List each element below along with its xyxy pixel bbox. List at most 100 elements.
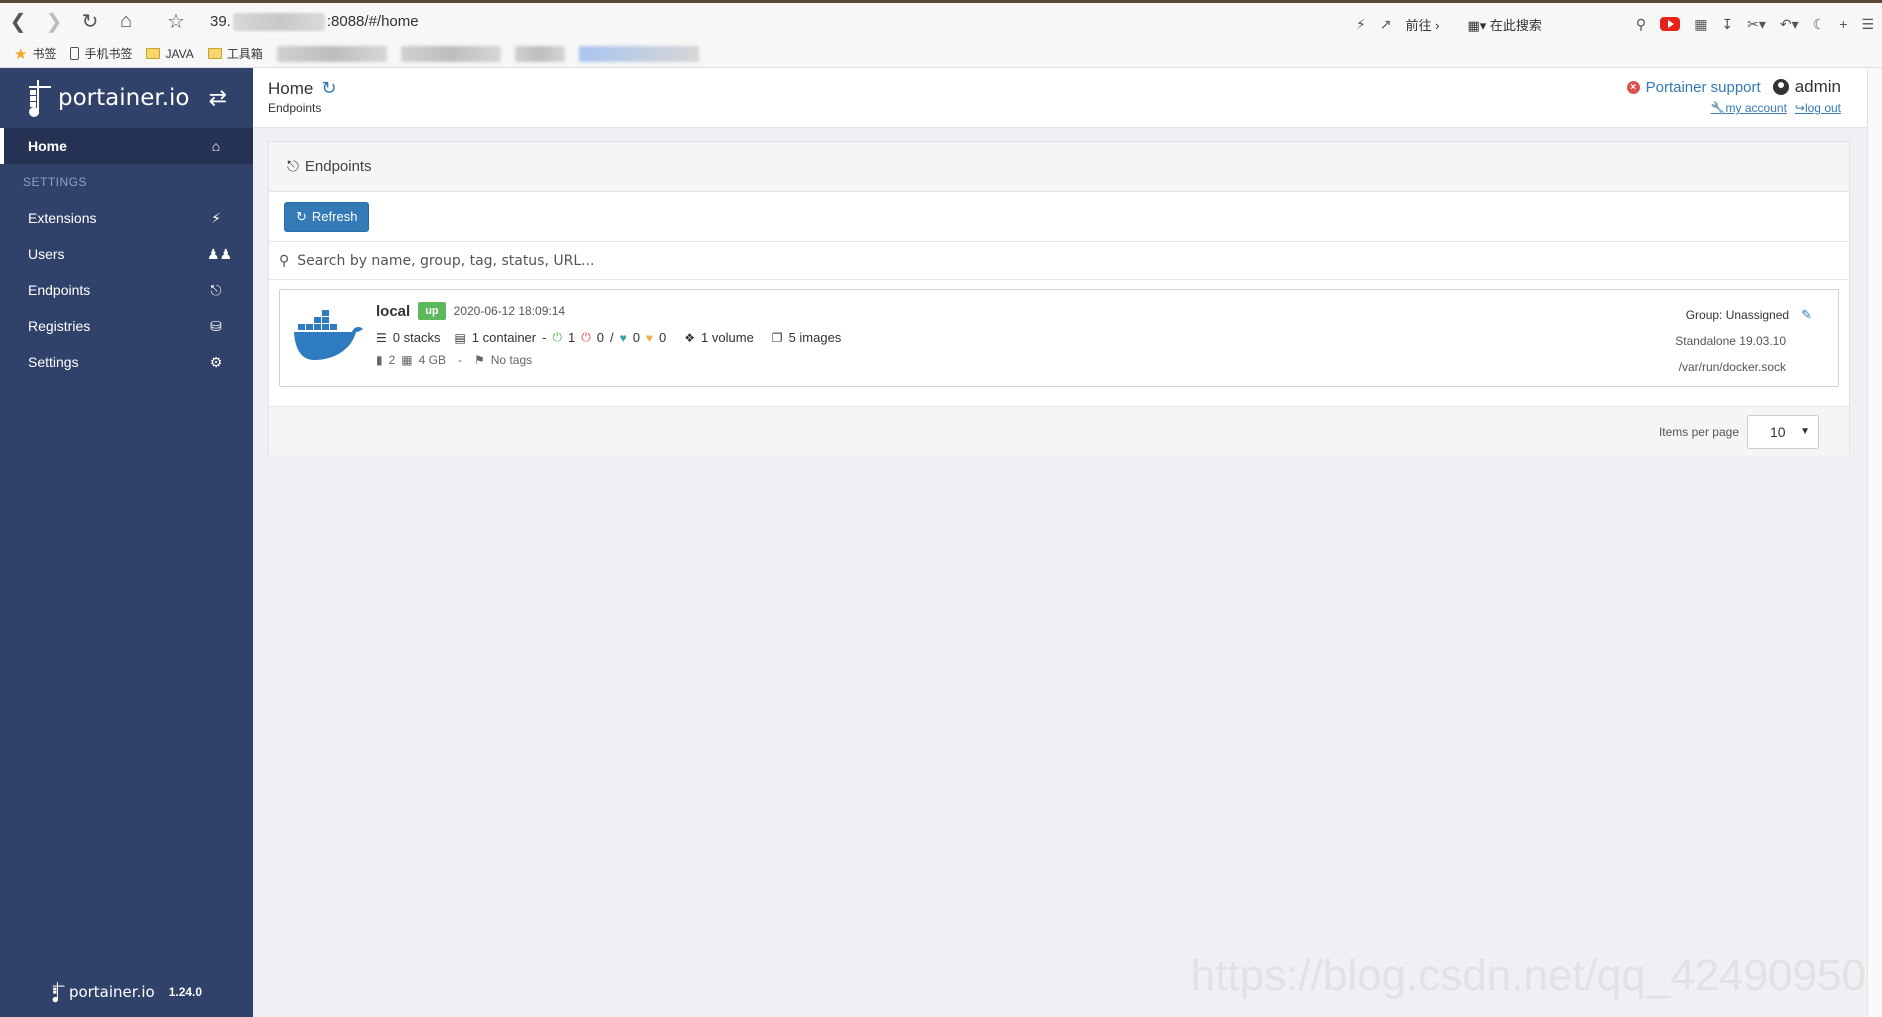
pencil-icon[interactable]: ✎	[1801, 307, 1812, 323]
widget-header: ⎋ Endpoints	[269, 142, 1849, 192]
mobile-bookmarks-item[interactable]: 手机书签	[70, 45, 132, 62]
search-engine-button[interactable]: ▦▾ 在此搜索	[1467, 15, 1541, 34]
scissors-icon[interactable]: ✂▾	[1747, 16, 1766, 33]
sidebar-item-endpoints[interactable]: Endpoints ⎋	[0, 272, 253, 308]
sidebar-footer: portainer.io 1.24.0	[0, 981, 253, 1003]
image-count: 5 images	[788, 330, 842, 345]
cpu-count: 2	[388, 353, 396, 367]
crane-logo-icon	[29, 80, 51, 117]
sidebar-item-label: Users	[28, 246, 65, 262]
sidebar-item-label: Endpoints	[28, 282, 91, 298]
home-browser-icon[interactable]: ⌂	[108, 4, 144, 40]
plug-icon: ⎋	[210, 281, 222, 298]
dash: -	[458, 353, 462, 367]
plug-icon: ⎋	[287, 158, 299, 175]
browser-toolbar: ❮ ❯ ↻ ⌂ ☆ 39. :8088/#/home ⚡ ↗ 前往 › ▦▾ 在…	[0, 0, 1882, 40]
star-icon: ★	[14, 45, 28, 63]
version-label: 1.24.0	[168, 985, 203, 999]
running-count: 1	[567, 330, 576, 345]
container-count: 1 container	[471, 330, 537, 345]
cogs-icon: ⚙	[209, 353, 223, 370]
sidebar-item-label: Settings	[28, 354, 79, 370]
undo-icon[interactable]: ↶▾	[1780, 16, 1799, 33]
healthy-count: 0	[632, 330, 640, 345]
username: admin	[1772, 77, 1841, 97]
goto-button[interactable]: 前往 ›	[1406, 15, 1440, 34]
settings-heading: SETTINGS	[23, 175, 88, 189]
sidebar-brand: portainer.io ⇄	[0, 68, 253, 128]
java-folder-item[interactable]: JAVA	[146, 47, 194, 61]
sidebar-item-settings[interactable]: Settings ⚙	[0, 344, 253, 380]
back-icon[interactable]: ❮	[0, 4, 36, 40]
bookmarks-item[interactable]: ★ 书签	[14, 45, 56, 63]
endpoint-item[interactable]: local up 2020-06-12 18:09:14 ☰ 0 stacks …	[279, 289, 1839, 387]
docker-version: Standalone 19.03.10	[1675, 334, 1786, 348]
endpoint-switch-icon[interactable]: ⇄	[209, 85, 227, 111]
url-redacted	[232, 12, 325, 31]
crane-logo-icon	[52, 982, 65, 1003]
docker-logo-icon	[294, 310, 363, 360]
video-icon[interactable]	[1660, 17, 1681, 31]
users-icon: ♟♟	[207, 245, 233, 262]
new-tab-icon[interactable]: +	[1839, 16, 1847, 32]
volume-count: 1 volume	[701, 330, 754, 345]
menu-icon[interactable]: ☰	[1861, 16, 1874, 33]
support-link[interactable]: × Portainer support	[1626, 79, 1761, 96]
user-circle-icon	[1772, 79, 1789, 95]
redacted-bookmarks	[400, 45, 501, 62]
share-icon[interactable]: ↗	[1380, 16, 1392, 33]
endpoint-name: local	[376, 302, 411, 320]
my-account-link[interactable]: 🔧my account	[1711, 101, 1787, 115]
browser-search-icon[interactable]: ⚲	[1636, 16, 1646, 33]
url-suffix: :8088/#/home	[326, 13, 419, 30]
address-bar[interactable]: 39. :8088/#/home	[210, 12, 419, 31]
page-scrollbar[interactable]	[1867, 68, 1882, 1017]
sidebar-item-users[interactable]: Users ♟♟	[0, 236, 253, 272]
sidebar-item-home[interactable]: Home ⌂	[0, 128, 253, 164]
home-icon: ⌂	[211, 138, 221, 154]
phone-icon	[70, 47, 80, 60]
watermark: https://blog.csdn.net/qq_42490950	[1190, 951, 1866, 1000]
forward-icon[interactable]: ❯	[36, 4, 72, 40]
page-header: Home ↻ Endpoints × Portainer support adm…	[253, 68, 1867, 128]
refresh-icon[interactable]: ↻	[321, 78, 336, 99]
portainer-logo[interactable]: portainer.io	[26, 78, 189, 118]
wrench-icon: 🔧	[1710, 101, 1726, 115]
sign-out-icon: ↪	[1794, 101, 1805, 115]
footer-logo: portainer.io	[51, 981, 155, 1003]
sidebar-item-label: Registries	[28, 318, 91, 334]
tags-icon: ⚑	[474, 353, 485, 367]
sidebar-item-label: Extensions	[28, 210, 97, 226]
unhealthy-heartbeat-icon: ♥	[645, 330, 654, 345]
lightning-icon[interactable]: ⚡	[1356, 16, 1366, 33]
sidebar-item-registries[interactable]: Registries ⛁	[0, 308, 253, 344]
stopped-power-icon: ⏻	[581, 330, 591, 344]
memory-size: 4 GB	[418, 353, 446, 367]
stacks-icon: ☰	[376, 330, 387, 345]
redacted-bookmarks	[514, 45, 565, 62]
redacted-bookmarks	[578, 45, 699, 62]
refresh-button[interactable]: ↻ Refresh	[284, 201, 370, 232]
sidebar-item-extensions[interactable]: Extensions ⚡	[0, 200, 253, 236]
breadcrumb: Endpoints	[268, 101, 322, 115]
stacks-count: 0 stacks	[392, 330, 441, 345]
items-per-page-select[interactable]: 10 ▼	[1747, 414, 1819, 449]
endpoint-timestamp: 2020-06-12 18:09:14	[453, 304, 566, 318]
endpoint-meta: Group: Unassigned ✎ Standalone 19.03.10 …	[1675, 302, 1812, 380]
logout-link[interactable]: ↪log out	[1795, 101, 1841, 115]
download-icon[interactable]: ↧	[1721, 16, 1733, 33]
healthy-heartbeat-icon: ♥	[619, 330, 627, 345]
running-power-icon: ⏻	[552, 330, 562, 344]
status-badge: up	[418, 302, 446, 320]
sidebar-item-label: Home	[28, 138, 67, 154]
search-input[interactable]	[297, 252, 1798, 269]
redacted-bookmarks	[276, 45, 387, 62]
tools-folder-item[interactable]: 工具箱	[207, 45, 263, 62]
moon-icon[interactable]: ☾	[1813, 16, 1826, 33]
extensions-icon[interactable]: ▦	[1694, 16, 1707, 33]
cpu-icon: ▮	[376, 353, 383, 367]
folder-icon	[207, 48, 222, 59]
stopped-count: 0	[596, 330, 604, 345]
bookmark-star-icon[interactable]: ☆	[158, 4, 194, 40]
reload-icon[interactable]: ↻	[72, 4, 108, 40]
